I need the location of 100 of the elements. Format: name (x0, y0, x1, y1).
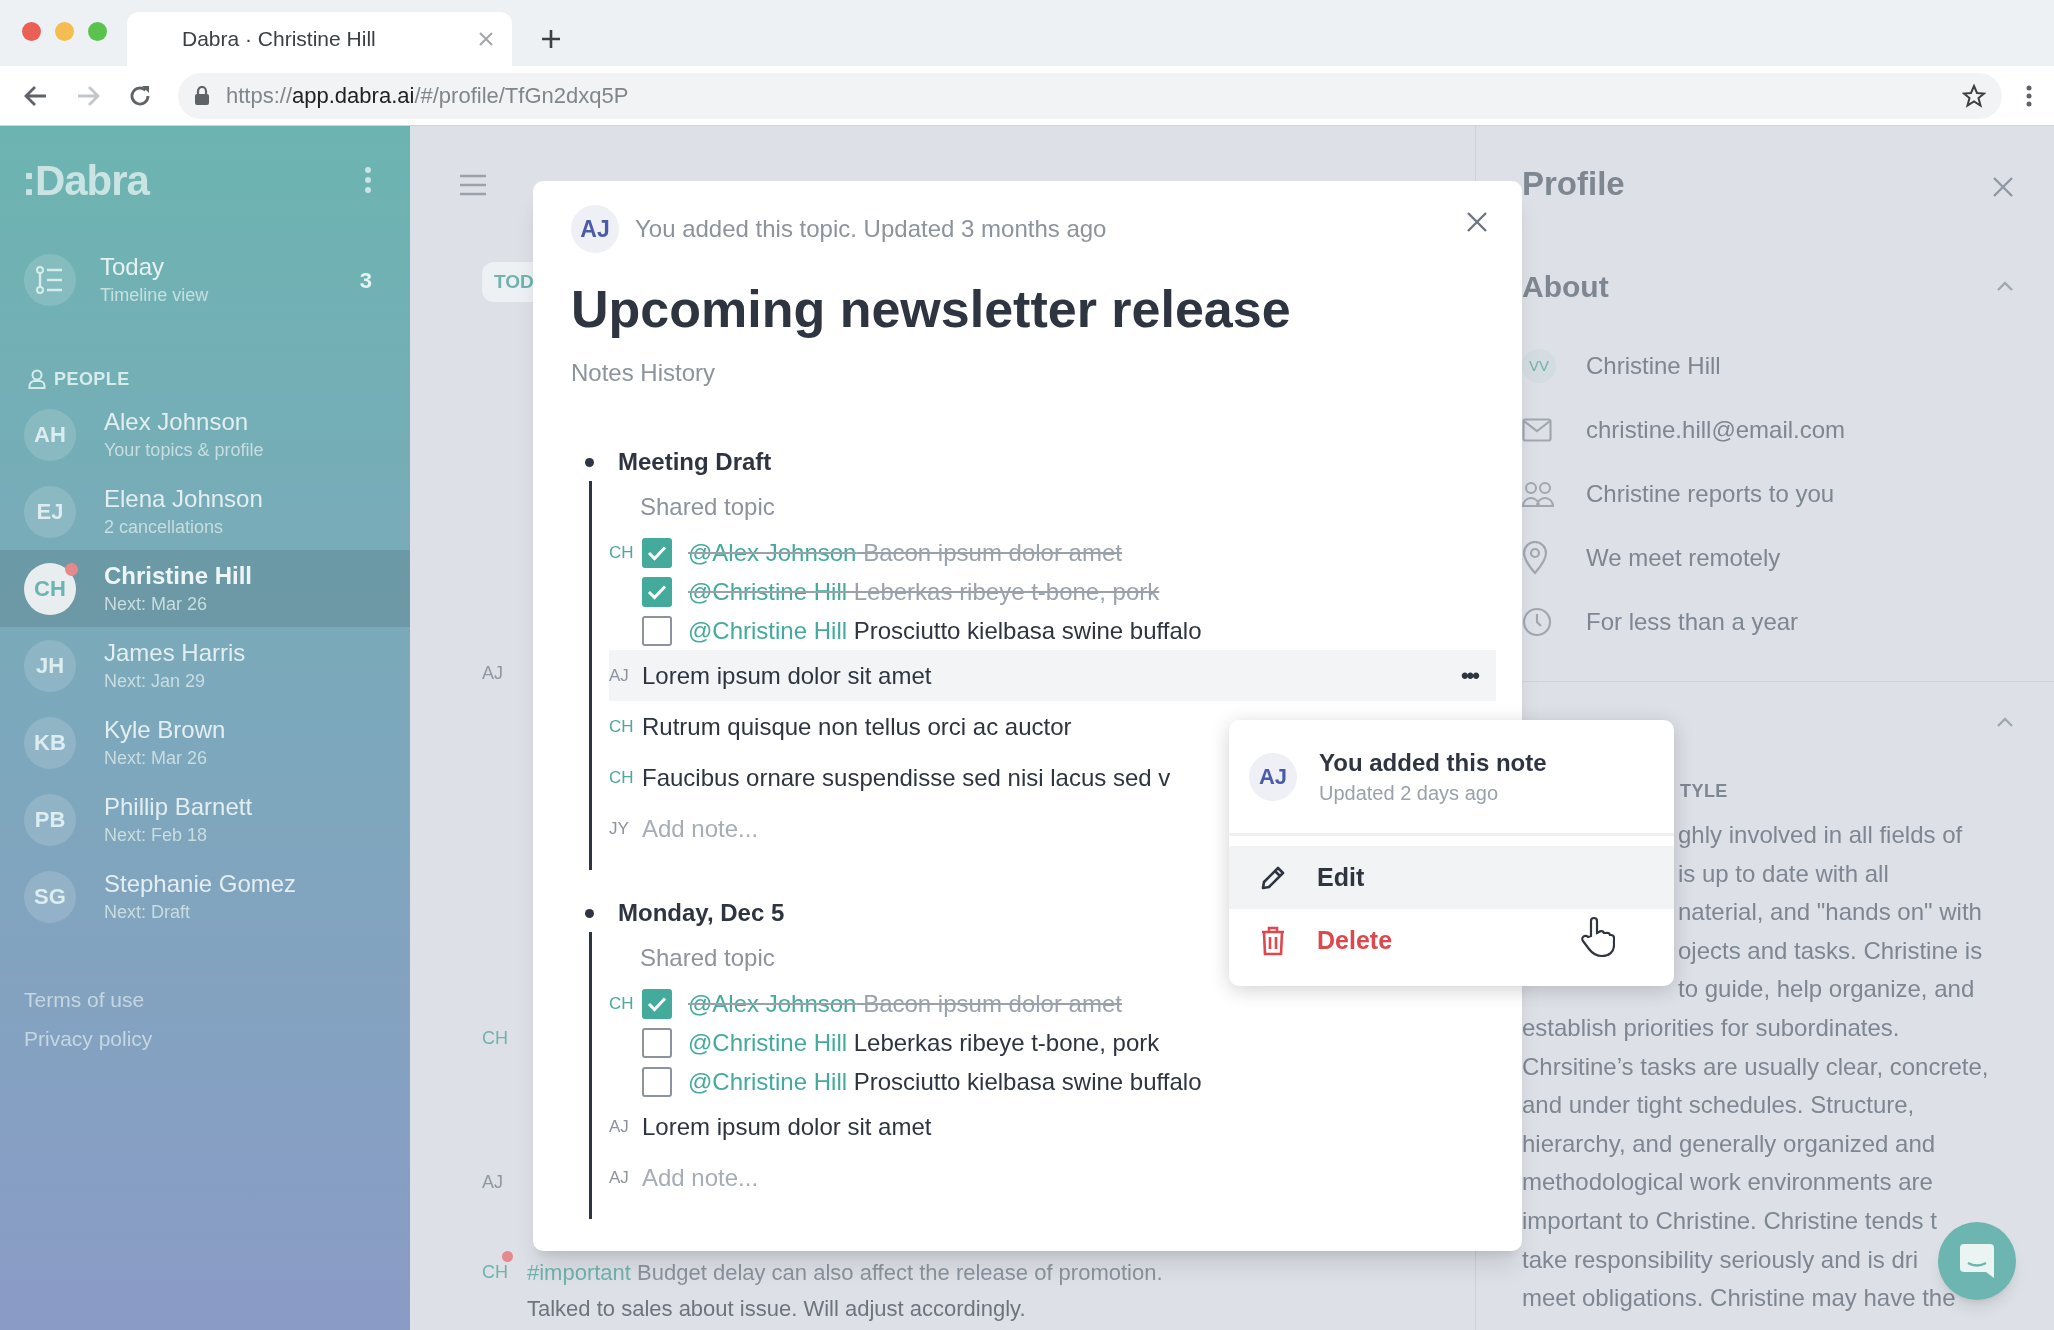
trash-icon (1260, 925, 1286, 956)
paragraph-line: ojects and tasks. Christine is (1678, 935, 1983, 966)
info-text: christine.hill@email.com (1586, 415, 1846, 445)
note-text: Rutrum quisque non tellus orci ac auctor (642, 711, 1072, 742)
location-pin-icon (1522, 541, 1548, 575)
footer-link[interactable]: Privacy policy (24, 1024, 153, 1053)
section-heading: About (1522, 268, 1609, 305)
avatar: AJ (1249, 752, 1297, 801)
author-initials: CH (482, 1261, 508, 1284)
clock-icon (1522, 607, 1552, 637)
paragraph-line: hierarchy, and generally organized and (1522, 1128, 1936, 1159)
panel-title: Profile (1522, 163, 1625, 204)
author-initials: AJ (482, 1171, 503, 1194)
person-icon (28, 369, 46, 389)
envelope-icon (1522, 418, 1552, 442)
today-nav-item[interactable]: Today Timeline view 3 (0, 240, 410, 320)
person-item[interactable]: SG Stephanie Gomez Next: Draft (0, 858, 410, 935)
meta-text: Updated 2 days ago (1319, 780, 1500, 806)
collapse-icon[interactable] (1996, 717, 2014, 728)
paragraph-line: take responsibility seriously and is dri (1522, 1244, 1919, 1275)
note-text: Faucibus ornare suspendisse sed nisi lacus sed v (642, 762, 1171, 793)
paragraph-line: meet obligations. Christine may have the (1522, 1283, 1956, 1314)
person-item[interactable]: KB Kyle Brown Next: Mar 26 (0, 704, 410, 781)
browser-menu-icon[interactable] (2026, 84, 2032, 107)
section-title: Meeting Draft (618, 447, 772, 477)
menu-item[interactable]: Delete (1229, 909, 1674, 972)
avatar: AH (24, 408, 76, 461)
timeline-icon (35, 265, 65, 295)
author-initials: AJ (609, 1167, 629, 1187)
checkbox[interactable] (642, 1066, 672, 1097)
task-text: @Christine Hill Leberkas ribeye t-bone, pork (688, 1027, 1160, 1058)
subtitle-text: Shared topic (640, 943, 775, 973)
window-control-icon[interactable] (55, 22, 74, 41)
window-control-icon[interactable] (88, 22, 107, 41)
paragraph-line: naterial, and "hands on" with (1678, 897, 1982, 928)
note-input[interactable]: Add note... (642, 810, 1142, 847)
avatar: EJ (24, 485, 76, 538)
url-text: https://app.dabra.ai/#/profile/TfGn2dxq5P (226, 82, 630, 110)
checkbox[interactable] (642, 615, 672, 646)
avatar: AJ (571, 205, 619, 253)
person-item[interactable]: CH Christine Hill Next: Mar 26 (0, 550, 410, 627)
avatar: PB (24, 793, 76, 846)
tab-label[interactable]: Notes History (571, 355, 1484, 389)
window-control-icon[interactable] (22, 22, 41, 41)
person-item[interactable]: AH Alex Johnson Your topics & profile (0, 396, 410, 473)
new-tab-icon[interactable] (540, 28, 562, 50)
more-button[interactable]: ••• (1460, 659, 1478, 692)
task-text: @Christine Hill Leberkas ribeye t-bone, pork (688, 576, 1160, 607)
collapse-icon[interactable] (1996, 280, 2014, 292)
paragraph-line: to guide, help organize, and (1678, 974, 1975, 1005)
person-item[interactable]: PB Phillip Barnett Next: Feb 18 (0, 781, 410, 858)
person-item[interactable]: EJ Elena Johnson 2 cancellations (0, 473, 410, 550)
author-initials: CH (482, 1027, 508, 1050)
lock-icon (194, 85, 210, 106)
paragraph-line: is up to date with all (1678, 858, 1889, 889)
author-initials: JY (609, 818, 629, 838)
check-icon (647, 544, 667, 561)
checkbox[interactable] (642, 1027, 672, 1058)
person-item[interactable]: JH James Harris Next: Jan 29 (0, 627, 410, 704)
browser-tab[interactable]: Dabra · Christine Hill (127, 12, 512, 66)
bullet-icon (585, 908, 594, 918)
paragraph-line: ghly involved in all fields of (1678, 820, 1963, 850)
note-row[interactable]: AJ Lorem ipsum dolor sit amet ••• (609, 650, 1496, 701)
checkbox[interactable] (642, 576, 672, 607)
paragraph-line: Chrsitine’s tasks are usually clear, concrete, (1522, 1051, 1989, 1082)
check-icon (647, 583, 667, 600)
subtitle-text: Shared topic (640, 492, 775, 522)
menu-item[interactable]: Edit (1229, 846, 1674, 909)
more-icon[interactable] (364, 166, 372, 194)
count-label: 3 (359, 266, 372, 295)
task-text: @Alex Johnson Bacon ipsum dolor amet (688, 537, 1122, 568)
bullet-icon (585, 457, 594, 467)
note-text: Talked to sales about issue. Will adjust accordingly. (527, 1295, 1026, 1323)
close-icon[interactable] (1466, 211, 1488, 233)
checkbox[interactable] (642, 537, 672, 568)
paragraph-line: and under tight schedules. Structure, (1522, 1090, 1915, 1121)
date-chip: TOD (482, 262, 533, 302)
paragraph-line: methodological work environments are (1522, 1167, 1933, 1198)
paragraph-line: establish priorities for subordinates. (1522, 1012, 1900, 1043)
author-initials: CH (609, 767, 634, 787)
paragraph-line: important to Christine. Christine tends t (1522, 1205, 1937, 1236)
section-label: TYLE (1680, 780, 1728, 803)
close-icon[interactable] (1992, 176, 2014, 198)
meta-text: You added this topic. Updated 3 months ago (635, 214, 1107, 244)
note-input[interactable]: Add note... (642, 1159, 1142, 1196)
checkbox[interactable] (642, 988, 672, 1019)
note-text: Lorem ipsum dolor sit amet (642, 1111, 932, 1142)
chat-icon (1958, 1242, 1996, 1280)
close-tab-icon[interactable] (478, 31, 494, 47)
avatar: VV (1522, 349, 1556, 383)
bookmark-star-icon[interactable] (1962, 83, 1986, 108)
avatar: KB (24, 716, 76, 769)
author-initials: AJ (482, 662, 503, 685)
task-text: @Christine Hill Prosciutto kielbasa swine buffalo (688, 615, 1202, 646)
address-field[interactable]: https://app.dabra.ai/#/profile/TfGn2dxq5P (178, 72, 2002, 119)
footer-link[interactable]: Terms of use (24, 985, 145, 1014)
author-initials: AJ (609, 665, 629, 685)
avatar: SG (24, 870, 76, 923)
people-icon (1522, 481, 1554, 507)
menu-icon[interactable] (458, 174, 488, 196)
